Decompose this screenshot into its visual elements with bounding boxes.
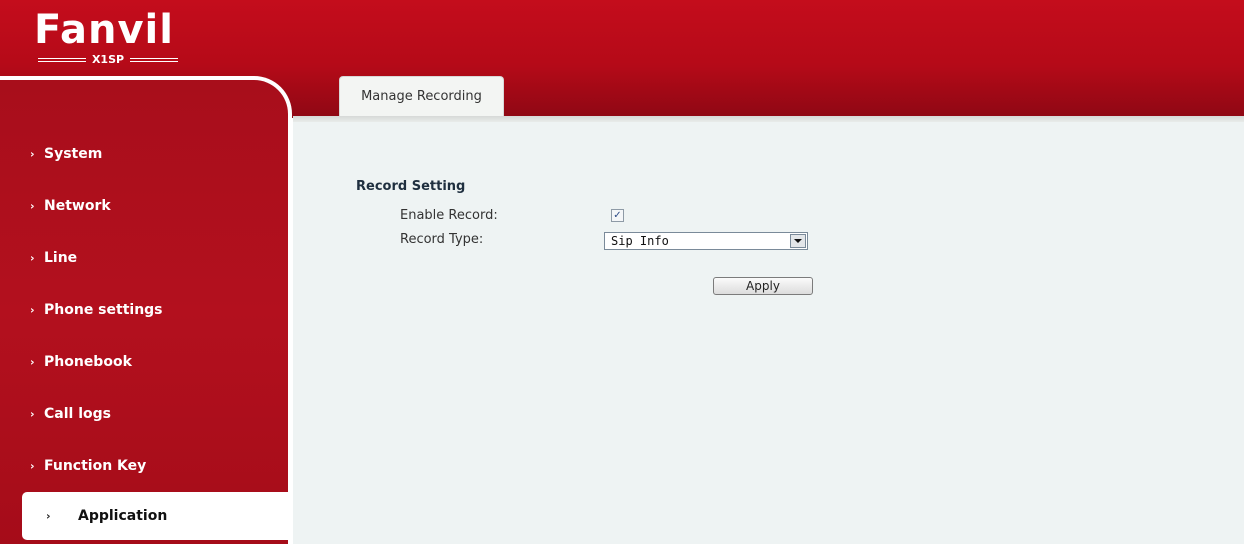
apply-button[interactable]: Apply [713, 277, 813, 295]
fanvil-logo: Fanvil X1SP [10, 6, 190, 70]
chevron-right-icon: › [30, 355, 35, 369]
sidebar-item-label: Call logs [44, 406, 111, 422]
chevron-right-icon: › [30, 459, 35, 473]
triangle-down-icon [794, 239, 802, 243]
sidebar: › System › Network › Line › Phone settin… [0, 76, 292, 544]
tab-manage-recording[interactable]: Manage Recording [339, 76, 504, 116]
sidebar-item-call-logs[interactable]: › Call logs [0, 388, 288, 440]
chevron-right-icon: › [30, 303, 35, 317]
logo-line-right [130, 58, 178, 62]
sidebar-item-phonebook[interactable]: › Phonebook [0, 336, 288, 388]
enable-record-label: Enable Record: [400, 208, 498, 223]
record-type-select[interactable]: Sip Info [604, 232, 808, 250]
chevron-right-icon: › [30, 251, 35, 265]
logo-line-left [38, 58, 86, 62]
sidebar-item-label: Application [78, 508, 168, 524]
checkmark-icon: ✓ [613, 210, 622, 221]
sidebar-item-line[interactable]: › Line [0, 232, 288, 284]
sidebar-item-label: Phonebook [44, 354, 132, 370]
sidebar-item-label: System [44, 146, 103, 162]
sidebar-item-label: Network [44, 198, 111, 214]
enable-record-checkbox[interactable]: ✓ [611, 209, 624, 222]
sidebar-item-label: Function Key [44, 458, 147, 474]
sidebar-item-function-key[interactable]: › Function Key [0, 440, 288, 492]
sidebar-item-system[interactable]: › System [0, 128, 288, 180]
record-type-value: Sip Info [611, 234, 669, 248]
main-content: Record Setting Enable Record: ✓ Record T… [293, 122, 1244, 544]
sidebar-item-label: Phone settings [44, 302, 163, 318]
logo-model-badge: X1SP [38, 52, 178, 68]
chevron-right-icon: › [30, 407, 35, 421]
sidebar-item-phone-settings[interactable]: › Phone settings [0, 284, 288, 336]
logo-wordmark: Fanvil [34, 7, 174, 53]
chevron-right-icon: › [46, 509, 51, 523]
record-type-label: Record Type: [400, 232, 484, 247]
section-title-record-setting: Record Setting [356, 179, 466, 194]
chevron-right-icon: › [30, 199, 35, 213]
logo-model-text: X1SP [91, 53, 125, 66]
dropdown-arrow-icon[interactable] [790, 234, 806, 248]
sidebar-item-network[interactable]: › Network [0, 180, 288, 232]
sidebar-item-application[interactable]: › Application [22, 492, 288, 540]
chevron-right-icon: › [30, 147, 35, 161]
sidebar-nav: › System › Network › Line › Phone settin… [0, 128, 288, 540]
sidebar-item-label: Line [44, 250, 78, 266]
